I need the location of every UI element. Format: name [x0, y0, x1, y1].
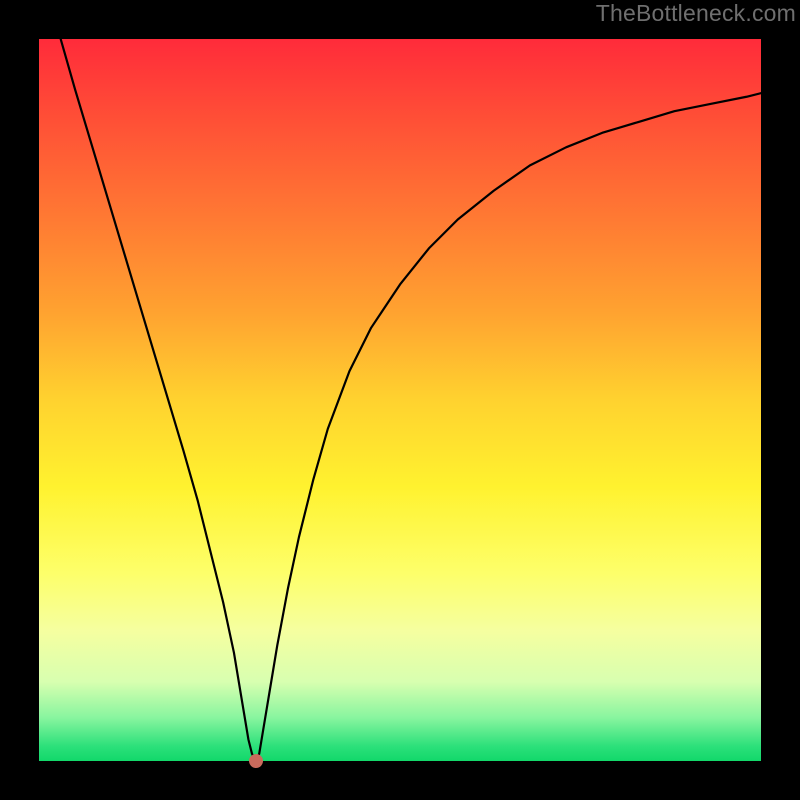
curve-svg: [39, 39, 761, 761]
plot-area: [39, 39, 761, 761]
minimum-marker: [249, 754, 263, 768]
watermark-text: TheBottleneck.com: [596, 0, 796, 27]
chart-frame: TheBottleneck.com: [0, 0, 800, 800]
bottleneck-curve: [61, 39, 761, 761]
